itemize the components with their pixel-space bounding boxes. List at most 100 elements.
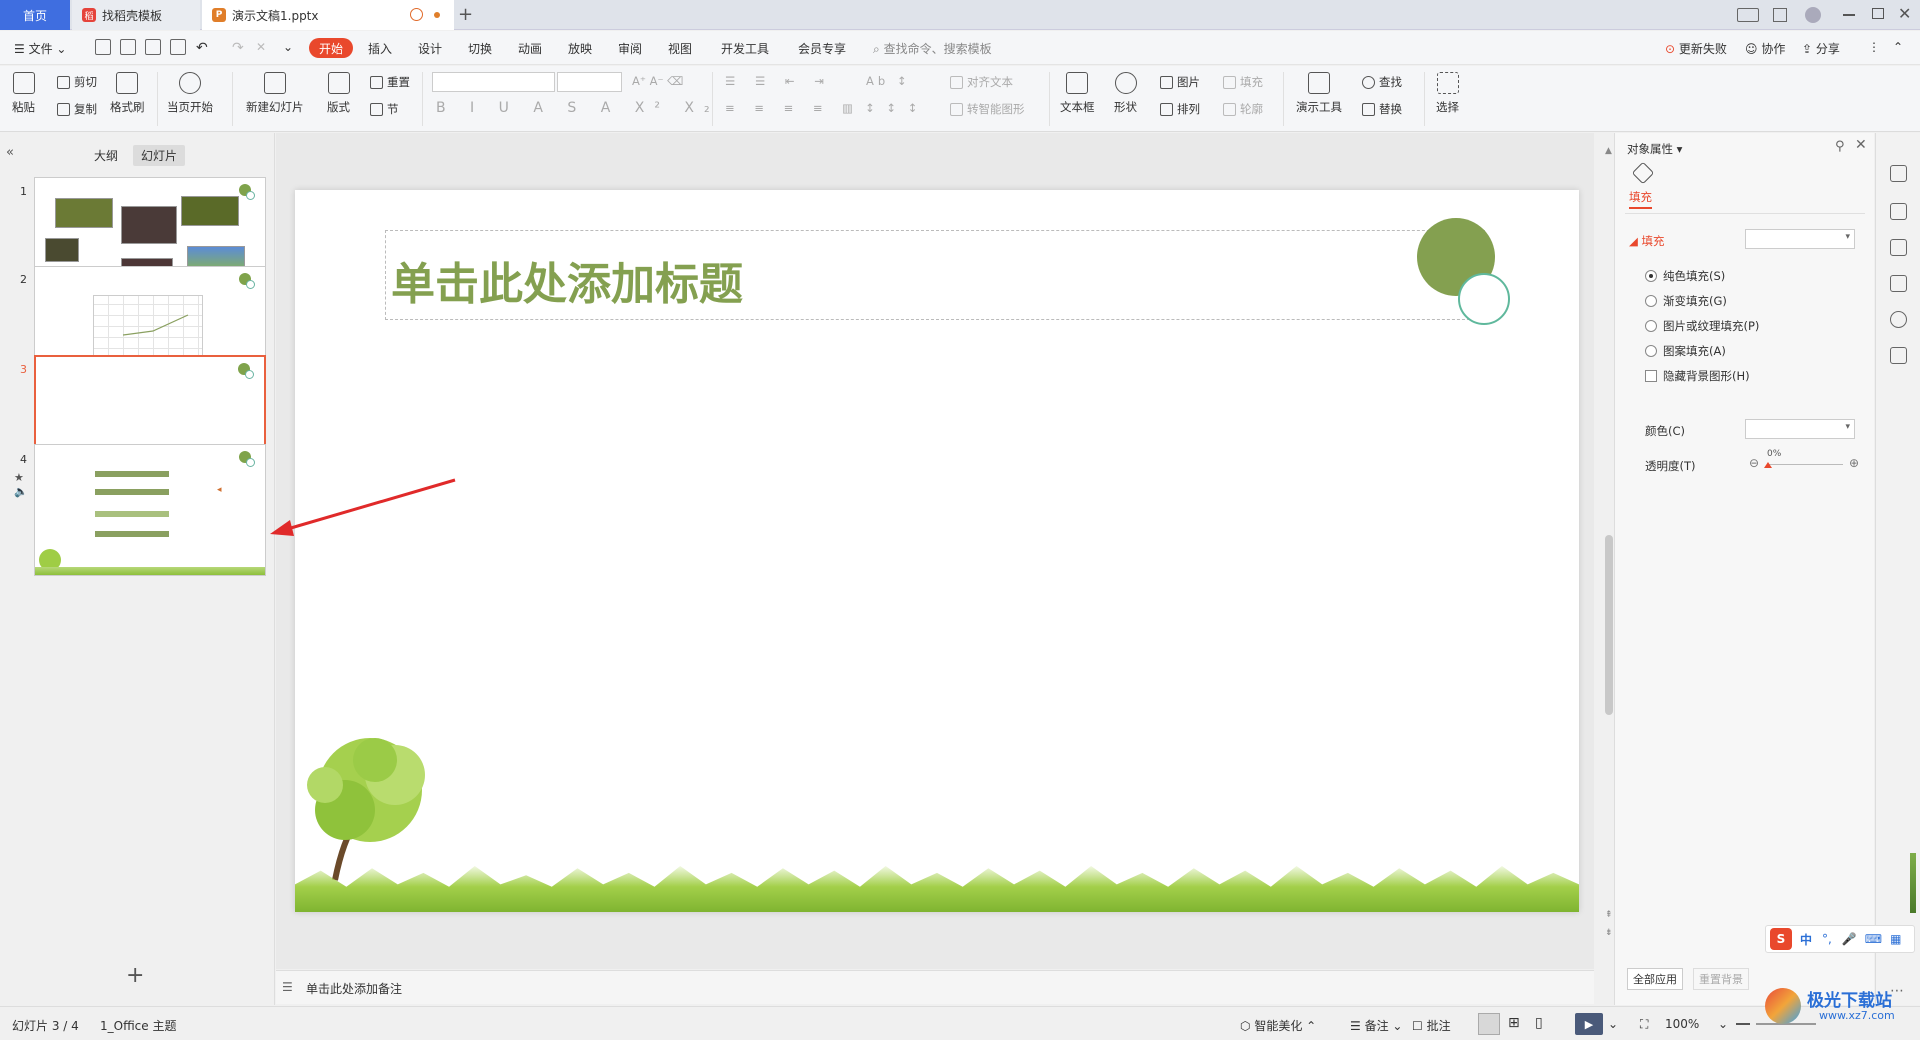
- new-tab-button[interactable]: +: [458, 4, 473, 25]
- tab-animation[interactable]: 动画: [518, 40, 542, 57]
- zoom-level[interactable]: 100%: [1665, 1017, 1699, 1031]
- print-preview-icon[interactable]: [170, 39, 186, 55]
- book-icon[interactable]: [1890, 347, 1907, 364]
- microphone-icon[interactable]: 🎤: [1842, 932, 1857, 946]
- tab-transition[interactable]: 切换: [468, 40, 492, 57]
- update-status-button[interactable]: ⊙ 更新失败: [1665, 40, 1727, 57]
- notes-pane[interactable]: ☰ 单击此处添加备注: [276, 970, 1594, 1004]
- picture-fill-option[interactable]: 图片或纹理填充(P): [1645, 318, 1759, 334]
- tab-view[interactable]: 视图: [668, 40, 692, 57]
- close-pane-icon[interactable]: ✕: [1855, 137, 1867, 153]
- previous-slide-icon[interactable]: ⇞: [1605, 910, 1613, 920]
- grid-apps-icon[interactable]: [1773, 8, 1787, 22]
- collapse-ribbon-icon[interactable]: ⌃: [1893, 40, 1903, 54]
- location-icon[interactable]: [1890, 311, 1907, 328]
- collapse-pane-icon[interactable]: «: [6, 145, 14, 160]
- slide-title-placeholder[interactable]: 单击此处添加标题: [391, 248, 743, 312]
- paragraph-align-buttons[interactable]: ≡ ≡ ≡ ≡ ▥: [725, 101, 861, 115]
- cut-button[interactable]: 剪切: [57, 74, 97, 90]
- slide-sorter-button[interactable]: ⊞: [1508, 1015, 1520, 1031]
- gradient-fill-option[interactable]: 渐变填充(G): [1645, 293, 1727, 309]
- new-slide-button[interactable]: 新建幻灯片: [246, 72, 304, 115]
- ime-grid-icon[interactable]: ▦: [1890, 932, 1901, 946]
- increase-icon[interactable]: ⊕: [1849, 456, 1859, 470]
- play-slideshow-button[interactable]: ▶: [1575, 1013, 1603, 1035]
- save-icon[interactable]: [95, 39, 111, 55]
- from-current-button[interactable]: 当页开始: [167, 72, 213, 115]
- tab-developer[interactable]: 开发工具: [721, 40, 769, 57]
- tab-home[interactable]: 首页: [0, 0, 70, 30]
- punctuation-icon[interactable]: °,: [1822, 932, 1832, 946]
- tab-slideshow[interactable]: 放映: [568, 40, 592, 57]
- text-direction-button[interactable]: Ab ↕: [866, 74, 910, 88]
- fill-type-select[interactable]: ▾: [1745, 229, 1855, 249]
- restore-icon[interactable]: [1872, 8, 1884, 19]
- list-buttons[interactable]: ☰ ☰ ⇤ ⇥: [725, 74, 832, 88]
- comments-button[interactable]: ☐ 批注: [1412, 1017, 1451, 1034]
- paste-button[interactable]: 粘贴: [12, 72, 35, 115]
- pane-title[interactable]: 对象属性 ▾: [1627, 141, 1682, 157]
- export-pdf-icon[interactable]: [120, 39, 136, 55]
- ime-language[interactable]: 中: [1800, 931, 1812, 948]
- smart-beautify-button[interactable]: ⬡ 智能美化 ⌃: [1240, 1017, 1316, 1034]
- fit-window-icon[interactable]: ⛶: [1640, 1017, 1648, 1032]
- tab-review[interactable]: 审阅: [618, 40, 642, 57]
- section-button[interactable]: 节: [370, 101, 399, 117]
- layout-button[interactable]: 版式: [327, 72, 350, 115]
- arrange-button[interactable]: 排列: [1160, 101, 1200, 117]
- print-icon[interactable]: [145, 39, 161, 55]
- font-style-buttons[interactable]: B I U A S A X² X₂: [436, 100, 720, 116]
- share-button[interactable]: ⇪ 分享: [1802, 40, 1840, 57]
- slider-handle[interactable]: [1764, 462, 1772, 468]
- normal-view-button[interactable]: [1478, 1013, 1500, 1035]
- redo-icon[interactable]: ↷: [232, 40, 244, 56]
- color-picker[interactable]: ▾: [1745, 419, 1855, 439]
- file-menu[interactable]: ☰ 文件 ⌄: [14, 40, 66, 57]
- reading-view-button[interactable]: ▯: [1535, 1015, 1543, 1031]
- format-painter-button[interactable]: 格式刷: [110, 72, 145, 115]
- slideshow-options-icon[interactable]: ⌄: [1608, 1017, 1618, 1031]
- present-tools-button[interactable]: 演示工具: [1296, 72, 1342, 115]
- reset-button[interactable]: 重置: [370, 74, 410, 90]
- scroll-up-icon[interactable]: ▲: [1605, 146, 1612, 156]
- outline-button[interactable]: 轮廓: [1223, 101, 1263, 117]
- tab-start[interactable]: 开始: [309, 38, 353, 58]
- properties-icon[interactable]: [1890, 165, 1907, 182]
- picture-tools-icon[interactable]: [1890, 275, 1907, 292]
- font-size-controls[interactable]: A⁺ A⁻ ⌫: [632, 74, 683, 88]
- find-button[interactable]: 查找: [1362, 74, 1402, 90]
- theme-name[interactable]: 1_Office 主题: [100, 1017, 176, 1034]
- reset-background-button[interactable]: 重置背景: [1693, 968, 1749, 990]
- align-text-button[interactable]: 对齐文本: [950, 74, 1013, 90]
- pin-icon[interactable]: ⚲: [1835, 139, 1845, 154]
- tab-template[interactable]: 稻找稻壳模板: [72, 0, 200, 30]
- tab-insert[interactable]: 插入: [368, 40, 392, 57]
- star-animation-icon[interactable]: [1890, 203, 1907, 220]
- add-slide-button[interactable]: +: [126, 963, 144, 988]
- hide-background-checkbox[interactable]: 隐藏背景图形(H): [1645, 368, 1750, 384]
- fill-button[interactable]: 填充: [1223, 74, 1263, 90]
- decrease-icon[interactable]: ⊖: [1749, 456, 1759, 470]
- command-search[interactable]: ⌕ 查找命令、搜索模板: [873, 40, 992, 57]
- vertical-scrollbar[interactable]: ▲ ⇞ ⇟: [1604, 140, 1614, 960]
- notes-placeholder[interactable]: 单击此处添加备注: [306, 980, 402, 997]
- zoom-dropdown-icon[interactable]: ⌄: [1718, 1017, 1728, 1031]
- textbox-button[interactable]: 文本框: [1060, 72, 1095, 115]
- font-size-select[interactable]: [557, 72, 622, 92]
- line-spacing-button[interactable]: ↕ ↕ ↕: [865, 101, 921, 115]
- tab-fill[interactable]: 填充: [1629, 189, 1652, 209]
- shape-button[interactable]: 形状: [1114, 72, 1137, 115]
- pattern-fill-option[interactable]: 图案填充(A): [1645, 343, 1726, 359]
- smart-shape-button[interactable]: 转智能图形: [950, 101, 1025, 117]
- slide-transition-icon[interactable]: [1890, 239, 1907, 256]
- copy-button[interactable]: 复制: [57, 101, 97, 117]
- zoom-out-icon[interactable]: [1736, 1023, 1750, 1025]
- collaborate-button[interactable]: ☺ 协作: [1745, 40, 1785, 57]
- avatar[interactable]: [1805, 7, 1821, 23]
- scrollbar-thumb[interactable]: [1605, 535, 1613, 715]
- tab-outline[interactable]: 大纲: [86, 145, 126, 166]
- font-name-select[interactable]: [432, 72, 555, 92]
- select-button[interactable]: 选择: [1436, 72, 1459, 115]
- picture-button[interactable]: 图片: [1160, 74, 1200, 90]
- more-options-icon[interactable]: ⋮: [1868, 40, 1880, 54]
